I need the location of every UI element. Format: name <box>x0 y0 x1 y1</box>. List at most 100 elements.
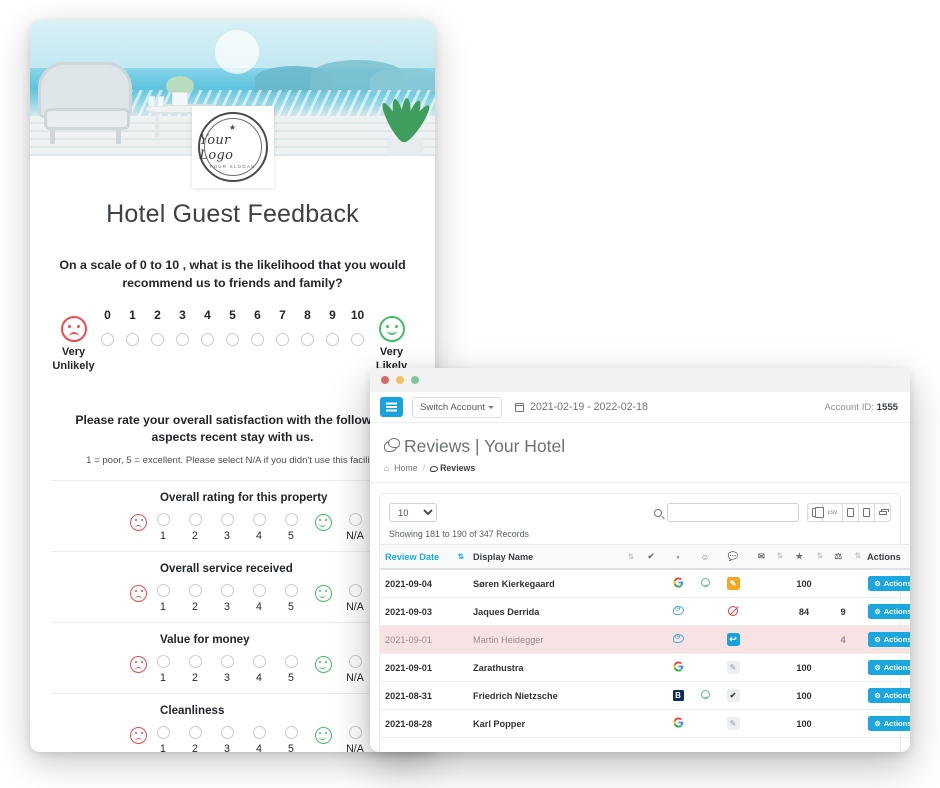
rating-radio[interactable] <box>220 513 234 527</box>
nps-radio[interactable] <box>126 333 139 347</box>
rating-option-2[interactable]: 2 <box>179 726 211 752</box>
edit-response-button[interactable]: ✎ <box>726 717 740 730</box>
rating-radio[interactable] <box>252 513 266 527</box>
rating-radio[interactable] <box>252 726 266 740</box>
reply-button[interactable]: ↩ <box>726 633 740 646</box>
table-row[interactable]: 2021-09-04 Søren Kierkegaard ✎ 100 ⚙ Actions <box>380 569 910 598</box>
sort-icon[interactable]: ⇅ <box>777 551 783 560</box>
nps-option-2[interactable]: 2 <box>145 308 170 347</box>
rating-radio[interactable] <box>284 726 298 740</box>
table-row[interactable]: 2021-08-28 Karl Popper ✎ 100 ⚙ Actions <box>380 709 910 738</box>
nps-radio[interactable] <box>351 333 364 347</box>
rating-option-5[interactable]: 5 <box>275 513 307 542</box>
rating-radio[interactable] <box>188 584 202 598</box>
nps-option-3[interactable]: 3 <box>170 308 195 347</box>
nps-option-5[interactable]: 5 <box>220 308 245 347</box>
nps-option-1[interactable]: 1 <box>120 308 145 347</box>
rating-radio[interactable] <box>348 655 362 669</box>
col-score[interactable]: ★ ⇅ <box>784 544 824 570</box>
nps-option-0[interactable]: 0 <box>95 308 120 347</box>
nps-radio[interactable] <box>201 333 214 347</box>
rating-option-1[interactable]: 1 <box>147 655 179 684</box>
nps-radio[interactable] <box>251 333 264 347</box>
edit-response-button[interactable]: ✎ <box>726 577 740 590</box>
actions-button[interactable]: ⚙ Actions <box>868 604 910 619</box>
nps-option-7[interactable]: 7 <box>270 308 295 347</box>
rating-option-2[interactable]: 2 <box>179 584 211 613</box>
csv-button[interactable]: csv <box>823 503 843 522</box>
nps-radio[interactable] <box>276 333 289 347</box>
sort-icon[interactable]: ⇅ <box>628 552 634 561</box>
window-minimize-button[interactable] <box>396 376 404 384</box>
rating-option-NA[interactable]: N/A <box>339 513 371 542</box>
nps-option-10[interactable]: 10 <box>345 308 370 347</box>
rating-radio[interactable] <box>188 726 202 740</box>
col-response[interactable]: 💬 <box>718 544 748 570</box>
rating-option-3[interactable]: 3 <box>211 513 243 542</box>
col-email[interactable]: ✉ ⇅ <box>748 544 784 570</box>
nps-radio[interactable] <box>226 333 239 347</box>
rating-option-4[interactable]: 4 <box>243 655 275 684</box>
col-sentiment[interactable]: ☺ <box>692 544 718 570</box>
table-row[interactable]: 2021-09-01 Zarathustra ✎ 100 ⚙ Actions <box>380 653 910 682</box>
search-input[interactable] <box>667 503 799 522</box>
table-row[interactable]: 2021-09-03Jaques Derrida 849 ⚙Actions <box>380 597 910 626</box>
rating-option-2[interactable]: 2 <box>179 655 211 684</box>
date-range-picker[interactable]: 2021-02-19 - 2022-02-18 <box>514 401 648 413</box>
print-button[interactable] <box>875 503 891 522</box>
actions-button[interactable]: ⚙ Actions <box>868 688 910 703</box>
rating-radio[interactable] <box>348 584 362 598</box>
col-source[interactable]: 𝇈 <box>664 544 692 570</box>
rating-radio[interactable] <box>188 655 202 669</box>
rating-radio[interactable] <box>220 584 234 598</box>
edit-response-button[interactable]: ✎ <box>726 661 740 674</box>
window-close-button[interactable] <box>381 376 389 384</box>
rating-option-NA[interactable]: N/A <box>339 726 371 752</box>
rating-option-4[interactable]: 4 <box>243 584 275 613</box>
rating-radio[interactable] <box>156 584 170 598</box>
rating-option-1[interactable]: 1 <box>147 584 179 613</box>
actions-button[interactable]: ⚙ Actions <box>868 576 910 591</box>
rating-radio[interactable] <box>284 584 298 598</box>
rating-radio[interactable] <box>284 513 298 527</box>
rating-option-5[interactable]: 5 <box>275 584 307 613</box>
excel-button[interactable] <box>843 503 859 522</box>
nps-radio[interactable] <box>326 333 339 347</box>
actions-button[interactable]: ⚙ Actions <box>868 660 910 675</box>
sort-icon[interactable]: ⇅ <box>817 551 823 560</box>
rating-option-1[interactable]: 1 <box>147 513 179 542</box>
col-review-date[interactable]: Review Date ⇅ <box>380 544 468 570</box>
nps-option-8[interactable]: 8 <box>295 308 320 347</box>
rating-radio[interactable] <box>348 513 362 527</box>
nps-option-9[interactable]: 9 <box>320 308 345 347</box>
nps-radio[interactable] <box>176 333 189 347</box>
rating-option-1[interactable]: 1 <box>147 726 179 752</box>
copy-button[interactable] <box>807 503 824 522</box>
rating-option-4[interactable]: 4 <box>243 726 275 752</box>
actions-button[interactable]: ⚙ Actions <box>868 632 910 647</box>
window-maximize-button[interactable] <box>411 376 419 384</box>
col-verified[interactable]: ✔ <box>638 544 664 570</box>
nps-option-6[interactable]: 6 <box>245 308 270 347</box>
rating-option-NA[interactable]: N/A <box>339 655 371 684</box>
rating-option-2[interactable]: 2 <box>179 513 211 542</box>
rating-option-4[interactable]: 4 <box>243 513 275 542</box>
rating-radio[interactable] <box>156 513 170 527</box>
rating-radio[interactable] <box>252 655 266 669</box>
table-row[interactable]: 2021-09-01Martin Heidegger ↩ 4 ⚙Actions <box>380 625 910 654</box>
rating-radio[interactable] <box>156 726 170 740</box>
breadcrumb-home[interactable]: Home <box>394 463 417 473</box>
table-row[interactable]: 2021-08-31 Friedrich Nietzsche B ✔ 100 ⚙ Actio… <box>380 681 910 710</box>
rating-option-5[interactable]: 5 <box>275 726 307 752</box>
switch-account-button[interactable]: Switch Account <box>412 396 503 418</box>
nps-option-4[interactable]: 4 <box>195 308 220 347</box>
rating-option-3[interactable]: 3 <box>211 726 243 752</box>
rating-option-5[interactable]: 5 <box>275 655 307 684</box>
rating-radio[interactable] <box>252 584 266 598</box>
rating-radio[interactable] <box>348 726 362 740</box>
rating-radio[interactable] <box>188 513 202 527</box>
sort-icon[interactable]: ⇅ <box>855 551 861 560</box>
nps-radio[interactable] <box>101 333 114 347</box>
sort-icon[interactable]: ⇅ <box>458 552 464 561</box>
rating-radio[interactable] <box>284 655 298 669</box>
